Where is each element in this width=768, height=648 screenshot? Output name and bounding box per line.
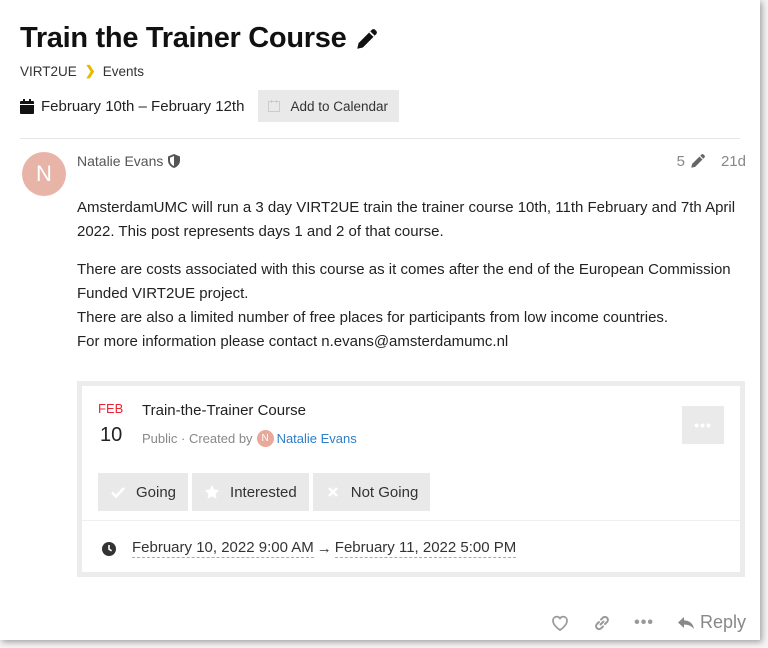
topic-title: Train the Trainer Course (20, 22, 347, 54)
event-day: 10 (100, 424, 123, 446)
event-end[interactable]: February 11, 2022 5:00 PM (334, 539, 517, 558)
event-more-button[interactable]: ••• (682, 406, 724, 444)
event-name[interactable]: Train-the-Trainer Course (142, 402, 306, 419)
post-paragraph: There are costs associated with this cou… (77, 261, 731, 302)
x-icon (327, 487, 338, 497)
title-row: Train the Trainer Course (20, 22, 380, 55)
arrow: → (316, 540, 332, 557)
event-visibility: Public · Created by (142, 431, 253, 446)
event-card: FEB 10 Train-the-Trainer Course Public ·… (77, 381, 745, 577)
like-button[interactable] (550, 613, 570, 633)
going-label: Going (136, 483, 177, 501)
post-author: Natalie Evans (77, 153, 181, 169)
not-going-label: Not Going (350, 483, 419, 501)
event-month: FEB (98, 401, 124, 416)
heart-icon (552, 615, 569, 631)
star-icon (204, 485, 220, 499)
event-start[interactable]: February 10, 2022 9:00 AM (132, 539, 314, 558)
event-date-range: February 10th – February 12th (41, 97, 245, 115)
divider (82, 520, 740, 521)
avatar[interactable]: N (22, 152, 66, 196)
post-frame: Train the Trainer Course VIRT2UE ❯ Event… (0, 0, 760, 640)
pencil-icon[interactable] (354, 26, 380, 52)
post-paragraph: AmsterdamUMC will run a 3 day VIRT2UE tr… (77, 199, 736, 240)
check-icon (111, 487, 125, 499)
post-body: AmsterdamUMC will run a 3 day VIRT2UE tr… (77, 196, 747, 354)
reply-icon (677, 616, 694, 629)
interested-label: Interested (230, 483, 297, 501)
event-subtitle: Public · Created by N Natalie Evans (142, 430, 357, 447)
link-icon (595, 615, 610, 630)
reply-button[interactable]: Reply (676, 612, 746, 633)
add-to-calendar-label: Add to Calendar (290, 98, 389, 114)
shield-icon (168, 154, 181, 168)
share-link-button[interactable] (592, 613, 612, 633)
calendar-icon (20, 98, 34, 114)
breadcrumb-category[interactable]: VIRT2UE (20, 64, 77, 79)
going-button[interactable]: Going (98, 473, 189, 511)
post-paragraph: For more information please contact n.ev… (77, 333, 509, 350)
post-actions: ••• Reply (528, 612, 746, 633)
post-meta: 5 21d (677, 152, 746, 170)
author-name[interactable]: Natalie Evans (77, 153, 163, 169)
reply-label: Reply (699, 612, 746, 632)
chevron-right-icon: ❯ (84, 63, 96, 78)
more-actions-button[interactable]: ••• (634, 614, 654, 632)
post-age[interactable]: 21d (721, 153, 746, 170)
interested-button[interactable]: Interested (192, 473, 309, 511)
post-paragraph: There are also a limited number of free … (77, 309, 669, 326)
edit-count[interactable]: 5 (677, 153, 685, 170)
rsvp-buttons: Going Interested Not Going (98, 473, 434, 511)
not-going-button[interactable]: Not Going (312, 473, 431, 511)
event-time-range: February 10, 2022 9:00 AM → February 11,… (102, 539, 517, 558)
clock-icon (102, 541, 116, 556)
divider (20, 138, 740, 139)
add-to-calendar-button[interactable]: Add to Calendar (258, 90, 400, 122)
breadcrumb: VIRT2UE ❯ Events (20, 63, 144, 79)
event-date-row: February 10th – February 12th Add to Cal… (20, 90, 400, 122)
event-creator-link[interactable]: Natalie Evans (277, 431, 357, 446)
breadcrumb-subcategory[interactable]: Events (103, 64, 144, 79)
calendar-icon (268, 100, 281, 112)
avatar[interactable]: N (256, 430, 274, 447)
pencil-icon[interactable] (689, 152, 707, 170)
